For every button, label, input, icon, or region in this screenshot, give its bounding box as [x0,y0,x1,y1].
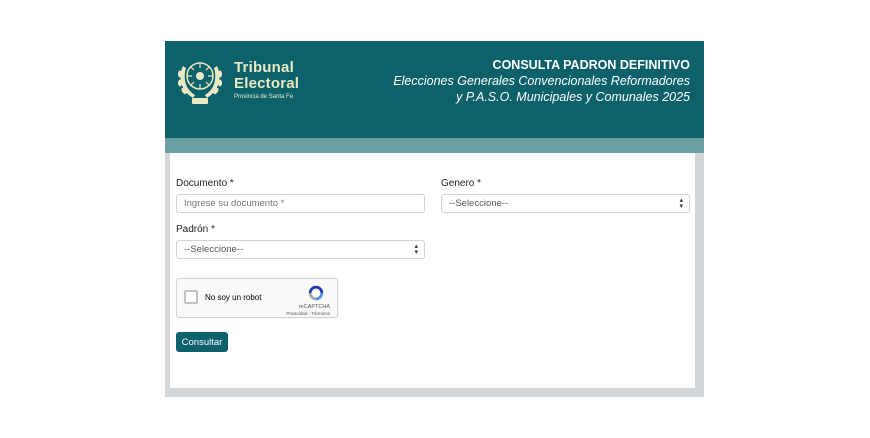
recaptcha-brand: reCAPTCHA [298,304,330,310]
brand-line3: Provincia de Santa Fe [234,94,294,100]
genero-selected-value: --Seleccione-- [449,198,509,209]
recaptcha-links[interactable]: Privacidad - Términos [286,311,330,316]
page-frame: Tribunal Electoral Provincia de Santa Fe… [165,41,704,397]
recaptcha-label: No soy un robot [205,293,262,302]
recaptcha-widget: No soy un robot reCAPTCHA Privacidad - T… [176,278,338,318]
select-arrows-icon: ▴ ▾ [679,197,683,210]
genero-select[interactable]: --Seleccione-- ▴ ▾ [441,194,690,213]
recaptcha-logo-icon [308,285,324,301]
header: Tribunal Electoral Provincia de Santa Fe… [165,41,704,138]
page-subtitle-line1: Elecciones Generales Convencionales Refo… [393,74,690,88]
form-card: Documento * Genero * --Seleccione-- ▴▾ P… [170,153,695,388]
padron-label: Padrón * [176,224,215,235]
padron-selected-value: --Seleccione-- [184,244,244,255]
brand: Tribunal Electoral Provincia de Santa Fe [234,60,299,102]
page-title: CONSULTA PADRON DEFINITIVO [492,58,690,72]
documento-label: Documento * [176,178,234,189]
select-arrows-icon: ▴ ▾ [414,243,418,256]
header-subbar [165,138,704,153]
brand-line1: Tribunal [234,59,294,76]
padron-select[interactable]: --Seleccione-- ▴ ▾ [176,240,425,259]
brand-line2: Electoral [234,75,300,92]
recaptcha-checkbox[interactable] [184,290,198,304]
provincial-seal-icon [178,62,222,104]
consultar-button[interactable]: Consultar [176,332,228,352]
page-subtitle-line2: y P.A.S.O. Municipales y Comunales 2025 [456,90,690,104]
documento-input[interactable] [176,194,425,213]
genero-label: Genero * [441,178,482,189]
header-titles: CONSULTA PADRON DEFINITIVO Elecciones Ge… [393,58,690,105]
